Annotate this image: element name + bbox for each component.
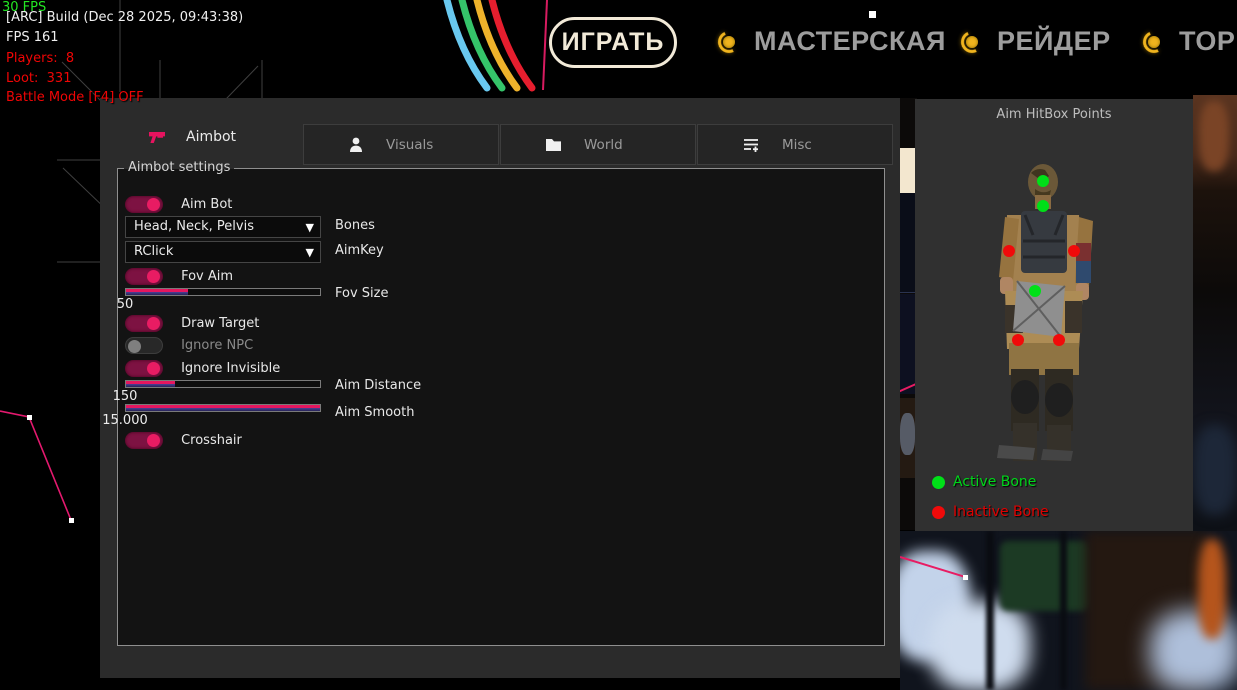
pistol-icon (148, 130, 166, 145)
aim-bot-row: Aim Bot (125, 194, 232, 216)
bones-dropdown[interactable]: Head, Neck, Pelvis ▼ (125, 216, 321, 238)
crosshair-row: Crosshair (125, 430, 242, 452)
panel-title: Aim HitBox Points (915, 107, 1193, 122)
hitbox-point-right-hip (1053, 334, 1065, 346)
fov-size-value: 50 (95, 297, 155, 312)
chevron-down-icon: ▼ (306, 243, 314, 263)
hitbox-point-left-hip (1012, 334, 1024, 346)
fov-aim-label: Fov Aim (181, 269, 233, 284)
coin-icon (1143, 31, 1165, 53)
aim-bot-label: Aim Bot (181, 197, 232, 212)
hitbox-point-pelvis (1029, 285, 1041, 297)
fov-size-slider[interactable] (125, 288, 321, 296)
group-title: Aimbot settings (124, 160, 234, 175)
aimbot-settings-group: Aimbot settings Aim Bot Head, Neck, Pelv… (117, 168, 885, 646)
fov-aim-toggle[interactable] (125, 268, 163, 285)
play-button-label: ИГРАТЬ (562, 28, 665, 57)
draw-target-label: Draw Target (181, 316, 259, 331)
aim-smooth-slider-fill (126, 405, 320, 411)
aim-distance-label: Aim Distance (335, 378, 421, 393)
hitbox-point-right-shoulder (1068, 245, 1080, 257)
folder-icon (545, 137, 562, 152)
game-screen: 30 FPS [ARC] Build (Dec 28 2025, 09:43:3… (0, 0, 1237, 690)
ignore-invisible-toggle[interactable] (125, 360, 163, 377)
scene-right-strip (1193, 95, 1237, 531)
ignore-npc-label: Ignore NPC (181, 338, 253, 353)
tab-aimbot[interactable]: Aimbot (148, 129, 236, 145)
ignore-invisible-row: Ignore Invisible (125, 358, 280, 380)
fov-size-label: Fov Size (335, 286, 388, 301)
aim-smooth-value: 15.000 (95, 413, 155, 428)
ignore-invisible-label: Ignore Invisible (181, 361, 280, 376)
nav-item-label: ТОРГО (1179, 26, 1237, 57)
person-icon (348, 136, 364, 153)
aimkey-dropdown[interactable]: RClick ▼ (125, 241, 321, 263)
tab-visuals[interactable]: Visuals (303, 124, 499, 165)
bones-label: Bones (335, 218, 375, 233)
crosshair-label: Crosshair (181, 433, 242, 448)
nav-item-label: РЕЙДЕР (997, 26, 1111, 57)
aim-distance-slider[interactable] (125, 380, 321, 388)
tab-misc[interactable]: Misc (697, 124, 893, 165)
tab-label: Visuals (386, 137, 433, 153)
legend-label: Active Bone (953, 474, 1036, 490)
nav-item-workshop[interactable]: МАСТЕРСКАЯ (718, 26, 946, 57)
aim-smooth-slider[interactable] (125, 404, 321, 412)
legend-active-bone: Active Bone (932, 474, 1036, 490)
fov-aim-row: Fov Aim (125, 266, 233, 288)
nav-item-label: МАСТЕРСКАЯ (754, 26, 946, 57)
hud-dot (869, 11, 876, 18)
nav-item-trader[interactable]: ТОРГО (1143, 26, 1237, 57)
cheat-menu-window: Aimbot Visuals World Misc (100, 98, 900, 678)
tab-label: Aimbot (186, 129, 236, 145)
aim-hitbox-panel: Aim HitBox Points (915, 99, 1193, 531)
tab-label: Misc (782, 137, 812, 153)
coin-icon (718, 31, 740, 53)
crosshair-toggle[interactable] (125, 432, 163, 449)
legend-inactive-bone: Inactive Bone (932, 504, 1049, 520)
aimkey-value: RClick (134, 244, 173, 259)
ignore-npc-toggle[interactable] (125, 337, 163, 354)
aim-distance-slider-fill (126, 381, 175, 387)
bones-row: Head, Neck, Pelvis ▼ Bones (125, 216, 321, 238)
hud-build-info: [ARC] Build (Dec 28 2025, 09:43:38) (6, 10, 243, 25)
hud-loot: Loot: 331 (6, 71, 71, 86)
play-button[interactable]: ИГРАТЬ (549, 17, 677, 68)
hitbox-point-neck (1037, 200, 1049, 212)
aim-distance-value: 150 (95, 389, 155, 404)
nav-item-raider[interactable]: РЕЙДЕР (961, 26, 1111, 57)
draw-target-toggle[interactable] (125, 315, 163, 332)
coin-icon (961, 31, 983, 53)
hitbox-point-head (1037, 175, 1049, 187)
hud-players: Players: 8 (6, 51, 74, 66)
tab-label: World (584, 137, 623, 153)
bones-value: Head, Neck, Pelvis (134, 219, 254, 234)
aim-bot-toggle[interactable] (125, 196, 163, 213)
aimkey-label: AimKey (335, 243, 384, 258)
draw-target-row: Draw Target (125, 313, 259, 335)
inactive-bone-dot-icon (932, 506, 945, 519)
aimkey-row: RClick ▼ AimKey (125, 241, 321, 263)
playlist-add-icon (742, 137, 760, 153)
aim-smooth-label: Aim Smooth (335, 405, 414, 420)
tab-world[interactable]: World (500, 124, 696, 165)
hud-fps: FPS 161 (6, 30, 59, 45)
hitbox-point-left-shoulder (1003, 245, 1015, 257)
ignore-npc-row: Ignore NPC (125, 335, 253, 357)
hud-battle-mode: Battle Mode [F4] OFF (6, 90, 144, 105)
legend-label: Inactive Bone (953, 504, 1049, 520)
scene-bottom-right (900, 531, 1237, 690)
fov-size-slider-fill (126, 289, 188, 295)
active-bone-dot-icon (932, 476, 945, 489)
chevron-down-icon: ▼ (306, 218, 314, 238)
